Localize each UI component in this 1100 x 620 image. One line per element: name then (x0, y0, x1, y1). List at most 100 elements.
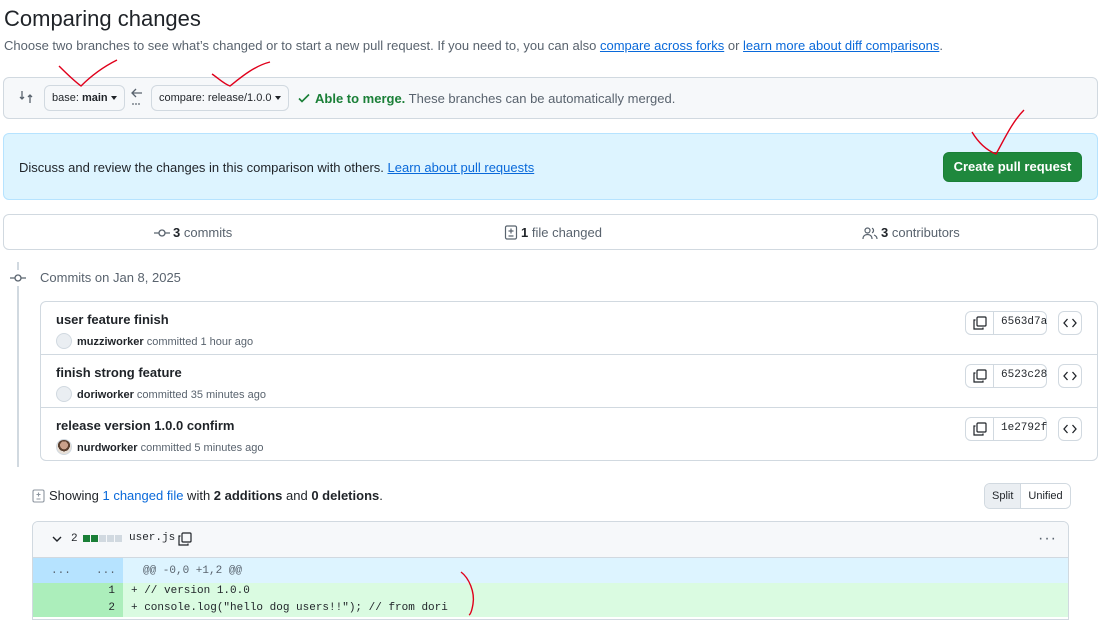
diff-view-toggle: Split Unified (984, 483, 1071, 509)
diffstat-neutral-block (115, 535, 122, 542)
avatar[interactable] (56, 386, 72, 402)
code-icon (1063, 371, 1077, 381)
commit-author[interactable]: doriworker (77, 389, 134, 401)
copy-icon (972, 369, 987, 383)
branch-compare-bar: base: main compare: release/1.0.0 Able t… (3, 77, 1098, 119)
diff-summary: Showing 1 changed file with 2 additions … (32, 488, 383, 503)
compare-arrows-icon[interactable] (18, 89, 34, 105)
file-name-link[interactable]: user.js (129, 532, 175, 544)
copy-sha-button[interactable] (966, 312, 994, 334)
learn-diff-link[interactable]: learn more about diff comparisons (743, 38, 939, 53)
copy-icon[interactable] (178, 532, 192, 546)
browse-code-button[interactable] (1058, 311, 1082, 335)
merge-status: Able to merge. These branches can be aut… (297, 91, 675, 106)
page-subtitle: Choose two branches to see what’s change… (4, 38, 943, 53)
diffstat-neutral-block (107, 535, 114, 542)
hunk-header-text: @@ -0,0 +1,2 @@ (143, 565, 243, 577)
avatar[interactable] (56, 333, 72, 349)
compare-forks-link[interactable]: compare across forks (600, 38, 724, 53)
page-title: Comparing changes (4, 6, 201, 31)
commit-action: committed (137, 442, 195, 454)
hunk-old-marker: ... (51, 565, 71, 577)
hunk-new-marker: ... (96, 565, 116, 577)
base-branch-name: main (81, 92, 108, 104)
commit-sha-link[interactable]: 6563d7a (994, 312, 1047, 334)
compare-label: compare: (159, 92, 208, 104)
compare-branch-select[interactable]: compare: release/1.0.0 (151, 85, 289, 111)
line-number-gutter[interactable]: 1 (33, 583, 123, 600)
subtitle-text: Choose two branches to see what’s change… (4, 38, 600, 53)
code-icon (1063, 424, 1077, 434)
changed-files-link[interactable]: 1 changed file (102, 488, 183, 503)
subtitle-or: or (724, 38, 744, 53)
merge-detail-text: These branches can be automatically merg… (405, 91, 676, 106)
unified-view-button[interactable]: Unified (1020, 484, 1070, 508)
file-diff: 2 user.js ··· ... ... @@ -0,0 +1,2 @@ 1 … (32, 521, 1069, 620)
commit-meta: doriworker committed 35 minutes ago (56, 386, 266, 402)
base-branch-select[interactable]: base: main (44, 85, 125, 111)
commits-stat[interactable]: 3 commits (154, 225, 232, 240)
code-line: + // version 1.0.0 (131, 585, 250, 597)
diff-line-added: 2 + console.log("hello dog users!!"); //… (33, 600, 1068, 617)
contributors-stat[interactable]: 3 contributors (862, 225, 960, 240)
commit-sha-group: 6563d7a (965, 311, 1047, 335)
summary-showing: Showing (49, 488, 103, 503)
summary-and: and (282, 488, 312, 503)
merge-ok-text: Able to merge. (315, 91, 406, 106)
commit-meta: muzziworker committed 1 hour ago (56, 333, 253, 349)
commit-message[interactable]: finish strong feature (56, 365, 182, 380)
commit-time: 35 minutes ago (190, 389, 266, 401)
commit-icon (10, 270, 26, 286)
browse-code-button[interactable] (1058, 417, 1082, 441)
commit-action: committed (143, 336, 201, 348)
info-text: Discuss and review the changes in this c… (19, 160, 534, 175)
file-diff-icon (32, 489, 45, 503)
commit-message[interactable]: release version 1.0.0 confirm (56, 418, 234, 433)
commit-sha-link[interactable]: 1e2792f (994, 418, 1047, 440)
code-line: + console.log("hello dog users!!"); // f… (131, 602, 448, 614)
commit-time: 1 hour ago (200, 336, 254, 348)
diffstat-add-block (83, 535, 90, 542)
summary-period: . (379, 488, 383, 503)
copy-sha-button[interactable] (966, 418, 994, 440)
commit-author[interactable]: muzziworker (77, 336, 144, 348)
diffstat-add-block (91, 535, 98, 542)
browse-code-button[interactable] (1058, 364, 1082, 388)
avatar[interactable] (56, 439, 72, 455)
commit-action: committed (133, 389, 191, 401)
chevron-down-icon (110, 96, 117, 101)
base-label: base: (52, 92, 82, 104)
hunk-expand-gutter[interactable]: ... ... (33, 558, 123, 583)
copy-icon (972, 422, 987, 436)
file-header: 2 user.js ··· (33, 522, 1068, 558)
file-diff-icon (504, 225, 518, 240)
commit-message[interactable]: user feature finish (56, 312, 169, 327)
commit-row: finish strong feature doriworker committ… (41, 355, 1097, 408)
additions-count: 2 additions (213, 488, 283, 503)
code-icon (1063, 318, 1077, 328)
compare-branch-name: release/1.0.0 (207, 92, 272, 104)
diffstat-neutral-block (99, 535, 106, 542)
copy-sha-button[interactable] (966, 365, 994, 387)
timeline-line (17, 262, 19, 467)
files-changed-stat[interactable]: 1 file changed (504, 225, 602, 240)
pull-request-info-box: Discuss and review the changes in this c… (3, 133, 1098, 200)
copy-icon (972, 316, 987, 330)
commit-list: user feature finish muzziworker committe… (40, 301, 1098, 461)
diff-line-added: 1 + // version 1.0.0 (33, 583, 1068, 600)
commits-date-header: Commits on Jan 8, 2025 (40, 270, 181, 285)
more-options-button[interactable]: ··· (1038, 530, 1057, 548)
chevron-down-icon[interactable] (51, 534, 63, 544)
line-number-gutter[interactable]: 2 (33, 600, 123, 617)
commit-sha-link[interactable]: 6523c28 (994, 365, 1047, 387)
split-view-button[interactable]: Split (985, 484, 1021, 508)
learn-pull-requests-link[interactable]: Learn about pull requests (388, 160, 535, 175)
files-label: file changed (528, 225, 602, 240)
commit-row: release version 1.0.0 confirm nurdworker… (41, 408, 1097, 461)
commit-sha-group: 6523c28 (965, 364, 1047, 388)
commit-author[interactable]: nurdworker (77, 442, 138, 454)
comparison-stats: 3 commits 1 file changed 3 contributors (3, 214, 1098, 250)
create-pull-request-button[interactable]: Create pull request (943, 152, 1082, 182)
contributors-label: contributors (888, 225, 960, 240)
file-change-count: 2 (71, 533, 78, 545)
